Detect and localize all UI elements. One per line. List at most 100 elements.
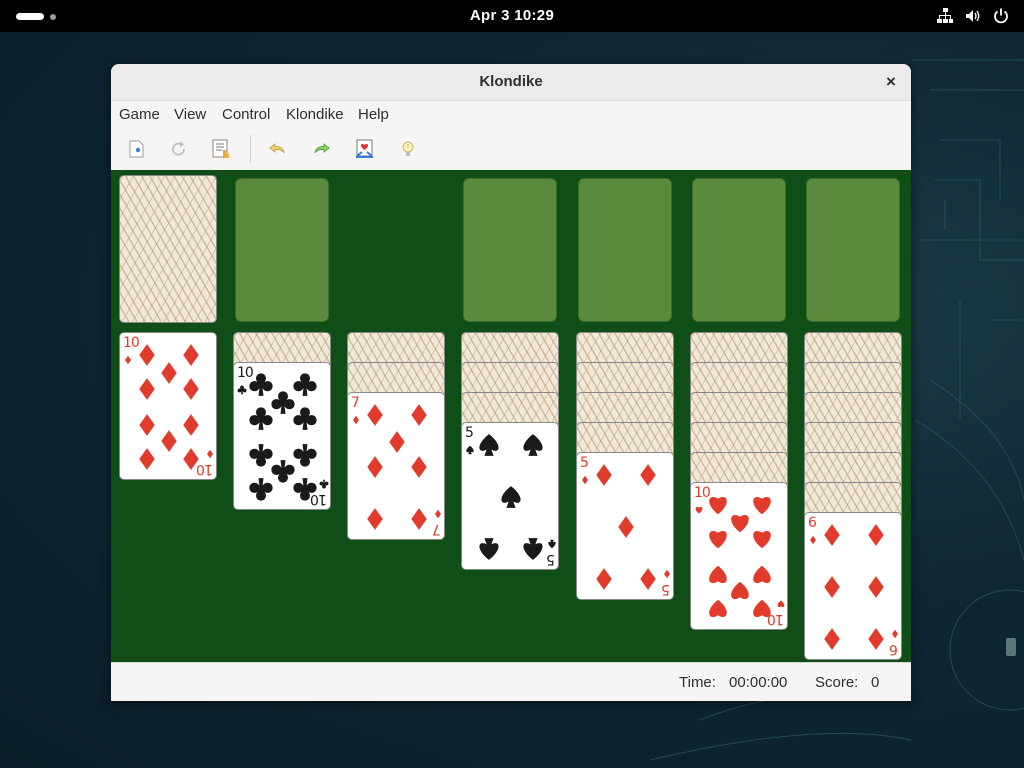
card-rank-top: 6 <box>808 515 817 531</box>
card-face-pips <box>582 464 670 590</box>
diamonds-pip <box>183 378 199 400</box>
system-tray[interactable] <box>936 7 1010 25</box>
diamonds-pip <box>618 516 634 538</box>
foundation-slot-3[interactable] <box>692 178 786 322</box>
hearts-pip <box>731 581 749 600</box>
card-10-of-diamonds[interactable]: 10 10 <box>119 332 217 480</box>
diamonds-pip <box>824 524 840 546</box>
diamonds-pip <box>868 628 884 650</box>
game-board[interactable]: 10 10 10 10 7 7 5 5 5 5 10 10 6 6 <box>111 170 911 662</box>
diamonds-index-icon <box>353 415 359 425</box>
hearts-index-icon <box>777 600 785 608</box>
power-icon[interactable] <box>992 7 1010 25</box>
diamonds-pip <box>868 524 884 546</box>
diamonds-index-icon <box>810 535 816 545</box>
hearts-pip <box>753 496 771 515</box>
diamonds-index-icon <box>582 475 588 485</box>
menu-control[interactable]: Control <box>222 106 270 123</box>
foundation-slot-1[interactable] <box>463 178 557 322</box>
spades-pip <box>479 434 499 456</box>
spades-pip <box>501 486 521 508</box>
card-10-of-clubs[interactable]: 10 10 <box>233 362 331 510</box>
diamonds-pip <box>183 344 199 366</box>
card-6-of-diamonds[interactable]: 66 <box>804 512 902 660</box>
menu-help[interactable]: Help <box>358 106 389 123</box>
hearts-pip <box>709 530 727 549</box>
card-face-pips <box>695 496 785 618</box>
close-button[interactable]: × <box>881 72 901 92</box>
undo-icon[interactable] <box>267 138 289 160</box>
diamonds-pip <box>640 464 656 486</box>
card-rank-bottom: 10 <box>311 491 327 507</box>
card-rank-top: 10 <box>694 485 711 501</box>
diamonds-pip <box>161 430 177 452</box>
time-value: 00:00:00 <box>729 674 788 691</box>
menu-klondike[interactable]: Klondike <box>286 106 344 123</box>
card-5-of-diamonds[interactable]: 55 <box>576 452 674 600</box>
status-bar: Time: 00:00:00 Score: 0 <box>111 662 911 701</box>
hearts-pip <box>753 530 771 549</box>
clubs-pip <box>249 444 273 467</box>
window-title: Klondike <box>479 73 543 90</box>
hearts-pip <box>731 514 749 533</box>
stock-pile[interactable] <box>119 175 217 323</box>
menu-bar: Game View Control Klondike Help <box>111 101 911 127</box>
card-7-of-diamonds[interactable]: 77 <box>347 392 445 540</box>
new-game-icon[interactable] <box>126 138 148 160</box>
card-face-pips <box>353 404 441 530</box>
card-5-of-spades[interactable]: 55 <box>461 422 559 570</box>
score-label: Score: <box>815 674 859 691</box>
card-rank-bottom: 7 <box>433 521 441 537</box>
menu-game[interactable]: Game <box>119 106 160 123</box>
card-face-pips <box>466 434 556 560</box>
klondike-window: Klondike × Game View Control Klondike He… <box>111 64 911 701</box>
clubs-pip <box>293 407 317 430</box>
card-rank-top: 10 <box>123 335 140 351</box>
hint-icon[interactable] <box>397 138 419 160</box>
deal-icon[interactable] <box>354 138 376 160</box>
clubs-index-icon <box>319 479 329 489</box>
diamonds-pip <box>596 464 612 486</box>
card-rank-bottom: 6 <box>890 641 898 657</box>
clubs-pip <box>271 460 295 483</box>
card-face-pips <box>237 373 329 501</box>
clubs-pip <box>293 444 317 467</box>
diamonds-pip <box>367 404 383 426</box>
diamonds-pip <box>161 362 177 384</box>
clubs-pip <box>293 373 317 396</box>
card-rank-top: 10 <box>237 365 254 381</box>
diamonds-pip <box>824 628 840 650</box>
redo-icon[interactable] <box>310 138 332 160</box>
diamonds-index-icon <box>207 449 213 459</box>
volume-icon[interactable] <box>964 7 982 25</box>
card-rank-bottom: 5 <box>547 551 555 567</box>
diamonds-pip <box>596 568 612 590</box>
diamonds-pip <box>640 568 656 590</box>
network-icon[interactable] <box>936 7 954 25</box>
foundation-slot-2[interactable] <box>578 178 672 322</box>
menu-view[interactable]: View <box>174 106 206 123</box>
clock[interactable]: Apr 3 10:29 <box>0 7 1024 24</box>
toolbar-separator <box>250 135 251 163</box>
diamonds-pip <box>139 344 155 366</box>
spades-pip <box>523 538 543 560</box>
select-game-icon[interactable] <box>211 138 233 160</box>
hearts-index-icon <box>695 506 703 514</box>
diamonds-pip <box>367 456 383 478</box>
card-rank-top: 5 <box>580 455 589 471</box>
spades-pip <box>479 538 499 560</box>
time-label: Time: <box>679 674 716 691</box>
diamonds-pip <box>868 576 884 598</box>
diamonds-index-icon <box>435 509 441 519</box>
card-rank-top: 7 <box>351 395 360 411</box>
foundation-slot-4[interactable] <box>806 178 900 322</box>
diamonds-pip <box>139 378 155 400</box>
spades-index-icon <box>466 445 474 455</box>
card-10-of-hearts[interactable]: 10 10 <box>690 482 788 630</box>
restart-icon[interactable] <box>168 138 190 160</box>
spades-index-icon <box>548 539 556 549</box>
waste-slot[interactable] <box>235 178 329 322</box>
title-bar[interactable]: Klondike × <box>111 64 911 101</box>
spades-pip <box>523 434 543 456</box>
diamonds-index-icon <box>664 569 670 579</box>
